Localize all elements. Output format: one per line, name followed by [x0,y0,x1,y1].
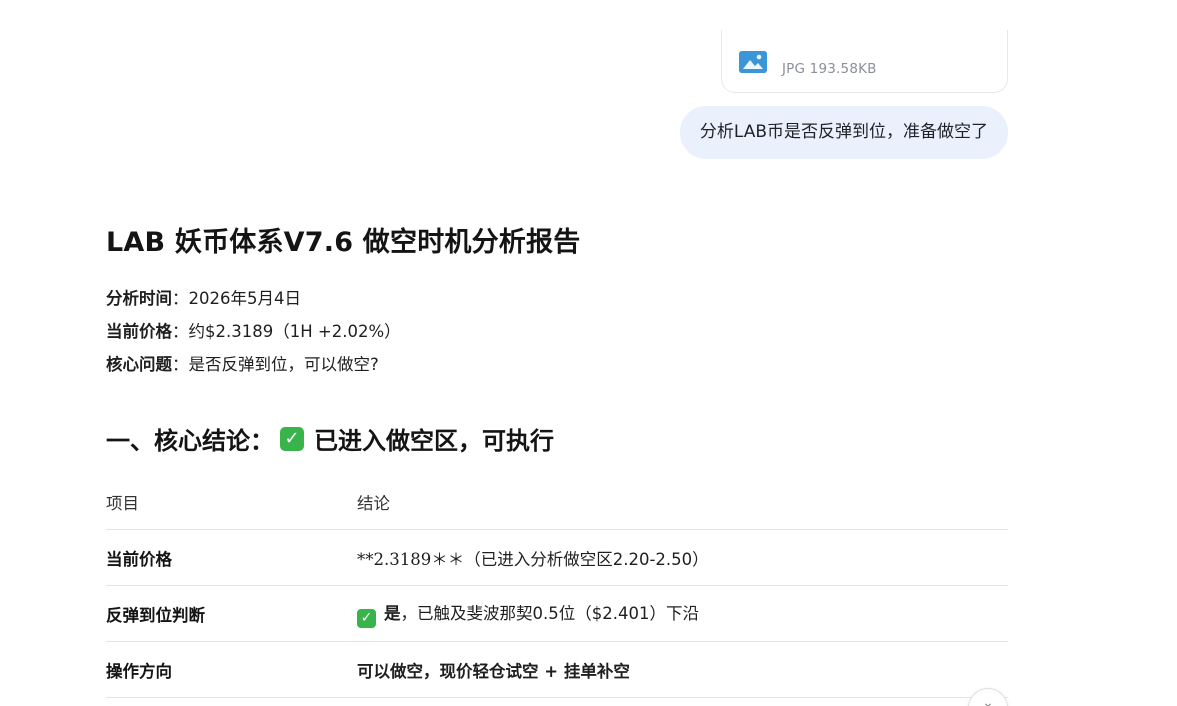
price-value: **2.3189＊＊ [357,549,465,569]
attachment-meta: JPG 193.58KB [782,61,877,77]
conclusion-text: （已进入分析做空区2.20-2.50） [464,549,709,569]
table-header-row: 项目 结论 [106,474,1008,530]
meta-value: 是否反弹到位，可以做空? [188,355,379,374]
image-icon [739,51,767,73]
table-row: 反弹到位判断 ✓ 是，已触及斐波那契0.5位（$2.401）下沿 [106,585,1008,642]
meta-core-question: 核心问题：是否反弹到位，可以做空? [106,351,379,375]
report-title: LAB 妖币体系V7.6 做空时机分析报告 [106,227,581,258]
section-prefix: 一、核心结论： [106,427,274,455]
cell-item: 当前价格 [106,529,357,586]
meta-value: 约$2.3189（1H +2.02%） [188,322,401,341]
column-header-conclusion: 结论 [357,474,1008,530]
attachment-card[interactable]: JPG 193.58KB [721,30,1008,93]
cell-item: 反弹到位判断 [106,585,357,642]
meta-label: 分析时间 [106,289,172,308]
table-row: 操作方向 可以做空，现价轻仓试空 + 挂单补空 [106,641,1008,698]
meta-analysis-time: 分析时间：2026年5月4日 [106,285,301,309]
chevron-down-icon: ⌄ [982,695,994,706]
column-header-item: 项目 [106,474,357,530]
cell-conclusion: 可以做空，现价轻仓试空 + 挂单补空 [357,641,1008,698]
meta-sep: ： [172,355,189,374]
cell-item: 操作方向 [106,641,357,698]
user-message-bubble: 分析LAB币是否反弹到位，准备做空了 [679,106,1008,159]
cell-conclusion: ✓ 是，已触及斐波那契0.5位（$2.401）下沿 [357,585,1008,642]
conclusion-text: ，已触及斐波那契0.5位（$2.401）下沿 [400,603,699,623]
meta-current-price: 当前价格：约$2.3189（1H +2.02%） [106,318,401,342]
meta-label: 当前价格 [106,322,172,341]
chat-page: JPG 193.58KB 分析LAB币是否反弹到位，准备做空了 LAB 妖币体系… [0,0,1177,706]
check-mark-icon: ✓ [357,608,376,628]
meta-value: 2026年5月4日 [188,289,302,308]
meta-label: 核心问题 [106,355,172,374]
meta-sep: ： [172,289,189,308]
cell-conclusion: **2.3189＊＊（已进入分析做空区2.20-2.50） [357,529,1008,586]
conclusion-bold: 可以做空，现价轻仓试空 + 挂单补空 [357,661,630,681]
conclusion-table: 项目 结论 当前价格 **2.3189＊＊（已进入分析做空区2.20-2.50）… [106,474,1008,698]
meta-sep: ： [172,322,189,341]
check-mark-icon: ✓ [280,426,304,451]
conclusion-bold: 是 [384,603,401,623]
table-row: 当前价格 **2.3189＊＊（已进入分析做空区2.20-2.50） [106,529,1008,586]
section-title-core-conclusion: 一、核心结论： ✓ 已进入做空区，可执行 [106,421,554,456]
section-text: 已进入做空区，可执行 [314,427,554,455]
